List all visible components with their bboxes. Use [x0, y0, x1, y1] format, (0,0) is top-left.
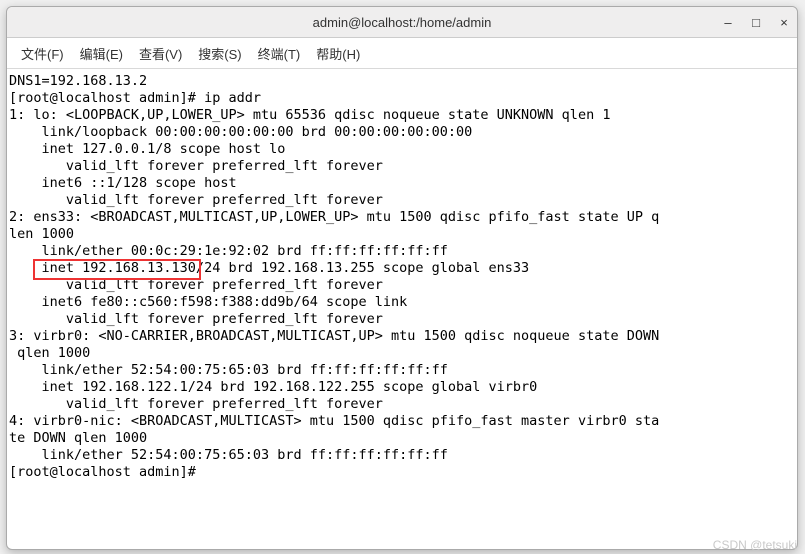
terminal-line: inet6 fe80::c560:f598:f388:dd9b/64 scope… [9, 294, 795, 311]
terminal-line: [root@localhost admin]# [9, 464, 795, 481]
menu-terminal[interactable]: 终端(T) [252, 41, 307, 66]
terminal-line: qlen 1000 [9, 345, 795, 362]
terminal-line: valid_lft forever preferred_lft forever [9, 158, 795, 175]
terminal-line: len 1000 [9, 226, 795, 243]
terminal-line: 2: ens33: <BROADCAST,MULTICAST,UP,LOWER_… [9, 209, 795, 226]
terminal-output[interactable]: DNS1=192.168.13.2[root@localhost admin]#… [7, 69, 797, 485]
menubar: 文件(F) 编辑(E) 查看(V) 搜索(S) 终端(T) 帮助(H) [7, 38, 797, 69]
menu-view[interactable]: 查看(V) [133, 41, 188, 66]
terminal-line: 3: virbr0: <NO-CARRIER,BROADCAST,MULTICA… [9, 328, 795, 345]
terminal-line: inet 127.0.0.1/8 scope host lo [9, 141, 795, 158]
terminal-line: inet 192.168.122.1/24 brd 192.168.122.25… [9, 379, 795, 396]
terminal-line: inet 192.168.13.130/24 brd 192.168.13.25… [9, 260, 795, 277]
terminal-line: [root@localhost admin]# ip addr [9, 90, 795, 107]
terminal-line: valid_lft forever preferred_lft forever [9, 192, 795, 209]
menu-edit[interactable]: 编辑(E) [74, 41, 129, 66]
terminal-line: valid_lft forever preferred_lft forever [9, 311, 795, 328]
terminal-line: DNS1=192.168.13.2 [9, 73, 795, 90]
minimize-button[interactable]: – [721, 15, 735, 29]
terminal-line: 1: lo: <LOOPBACK,UP,LOWER_UP> mtu 65536 … [9, 107, 795, 124]
titlebar: admin@localhost:/home/admin – □ × [7, 7, 797, 38]
terminal-line: valid_lft forever preferred_lft forever [9, 396, 795, 413]
terminal-window: admin@localhost:/home/admin – □ × 文件(F) … [6, 6, 798, 550]
watermark: CSDN @tetsuki [713, 538, 797, 552]
window-buttons: – □ × [721, 7, 791, 37]
terminal-line: valid_lft forever preferred_lft forever [9, 277, 795, 294]
menu-file[interactable]: 文件(F) [15, 41, 70, 66]
window-title: admin@localhost:/home/admin [7, 15, 797, 30]
terminal-line: te DOWN qlen 1000 [9, 430, 795, 447]
terminal-line: link/ether 52:54:00:75:65:03 brd ff:ff:f… [9, 447, 795, 464]
close-button[interactable]: × [777, 15, 791, 29]
terminal-line: link/loopback 00:00:00:00:00:00 brd 00:0… [9, 124, 795, 141]
terminal-line: inet6 ::1/128 scope host [9, 175, 795, 192]
terminal-line: link/ether 00:0c:29:1e:92:02 brd ff:ff:f… [9, 243, 795, 260]
maximize-button[interactable]: □ [749, 15, 763, 29]
terminal-line: link/ether 52:54:00:75:65:03 brd ff:ff:f… [9, 362, 795, 379]
menu-help[interactable]: 帮助(H) [310, 41, 366, 66]
menu-search[interactable]: 搜索(S) [192, 41, 247, 66]
terminal-line: 4: virbr0-nic: <BROADCAST,MULTICAST> mtu… [9, 413, 795, 430]
